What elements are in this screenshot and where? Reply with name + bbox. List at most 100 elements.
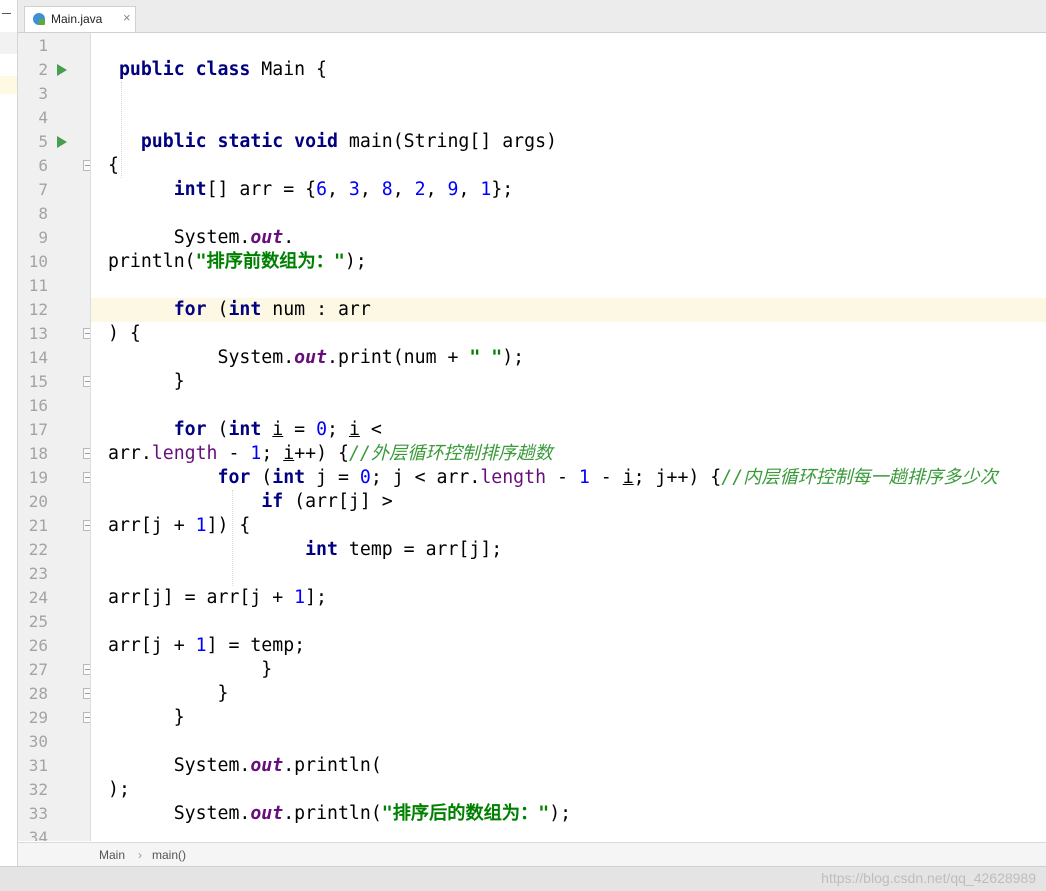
fold-end-icon[interactable] xyxy=(83,712,90,723)
code-line[interactable] xyxy=(91,82,1046,106)
code-token: } xyxy=(108,707,185,728)
line-number: 22 xyxy=(28,540,48,559)
code-line[interactable] xyxy=(91,394,1046,418)
code-line[interactable]: arr[j + 1]) { xyxy=(91,514,1046,538)
code-line[interactable]: arr[j + 1] = temp; xyxy=(91,634,1046,658)
line-number: 11 xyxy=(28,276,48,295)
code-line[interactable]: } xyxy=(91,706,1046,730)
code-token: } xyxy=(108,683,229,704)
run-gutter-icon[interactable] xyxy=(57,64,67,76)
code-token: out xyxy=(250,227,284,248)
code-line[interactable] xyxy=(91,730,1046,754)
code-token: ); xyxy=(549,803,572,824)
code-token: arr. xyxy=(108,443,152,464)
code-line[interactable]: println("排序前数组为："); xyxy=(91,250,1046,274)
fold-collapse-icon[interactable] xyxy=(83,448,90,459)
code-line[interactable]: public static void main(String[] args) xyxy=(91,130,1046,154)
code-token: System. xyxy=(108,803,251,824)
code-token: [] arr = { xyxy=(206,179,317,200)
code-line[interactable]: int temp = arr[j]; xyxy=(91,538,1046,562)
code-editor[interactable]: public class Main { public static void m… xyxy=(91,33,1046,841)
line-number: 34 xyxy=(28,828,48,841)
code-token: , xyxy=(359,179,382,200)
code-token: int xyxy=(173,179,207,200)
code-line[interactable] xyxy=(91,274,1046,298)
code-line[interactable]: } xyxy=(91,658,1046,682)
code-token: (arr[j] > xyxy=(283,491,393,512)
fold-collapse-icon[interactable] xyxy=(83,328,90,339)
code-token: ( xyxy=(206,419,229,440)
code-line[interactable] xyxy=(91,610,1046,634)
code-line[interactable]: } xyxy=(91,682,1046,706)
fold-collapse-icon[interactable] xyxy=(83,160,90,171)
code-token: ( xyxy=(250,467,273,488)
fold-end-icon[interactable] xyxy=(83,376,90,387)
code-token: out xyxy=(294,347,328,368)
line-number: 10 xyxy=(28,252,48,271)
fold-end-icon[interactable] xyxy=(83,664,90,675)
code-line[interactable]: ) { xyxy=(91,322,1046,346)
project-panel-edge xyxy=(0,0,18,866)
code-line[interactable] xyxy=(91,106,1046,130)
code-token: temp = arr[j]; xyxy=(337,539,503,560)
line-number: 9 xyxy=(38,228,48,247)
code-token: { xyxy=(108,155,119,176)
fold-collapse-icon[interactable] xyxy=(83,520,90,531)
code-line[interactable]: System.out.println("排序后的数组为："); xyxy=(91,802,1046,826)
code-line[interactable]: arr.length - 1; i++) {//外层循环控制排序趟数 xyxy=(91,442,1046,466)
code-line[interactable]: } xyxy=(91,370,1046,394)
code-token: ] = temp; xyxy=(206,635,306,656)
code-token: Main { xyxy=(250,59,328,80)
code-line[interactable]: int[] arr = {6, 3, 8, 2, 9, 1}; xyxy=(91,178,1046,202)
code-line[interactable]: { xyxy=(91,154,1046,178)
code-token: ); xyxy=(344,251,367,272)
status-bar: https://blog.csdn.net/qq_42628989 xyxy=(0,866,1046,891)
code-token: for xyxy=(173,299,207,320)
editor-gutter[interactable]: 1 2 3 4 5 6 7 8 9 10 11 12 13 14 15 16 17 18 19 20 21 22 23 24 2… xyxy=(18,33,91,841)
code-token: i xyxy=(272,419,284,440)
code-line[interactable]: public class Main { xyxy=(91,58,1046,82)
code-line[interactable] xyxy=(91,34,1046,58)
line-number: 2 xyxy=(38,60,48,79)
code-line[interactable]: for (int j = 0; j < arr.length - 1 - i; … xyxy=(91,466,1046,490)
line-number: 4 xyxy=(38,108,48,127)
code-token: , xyxy=(392,179,415,200)
breadcrumb-class[interactable]: Main xyxy=(99,848,125,862)
code-token: 1 xyxy=(480,179,492,200)
code-line[interactable]: ); xyxy=(91,778,1046,802)
line-number: 14 xyxy=(28,348,48,367)
code-line[interactable]: System.out.print(num + " "); xyxy=(91,346,1046,370)
code-token: out xyxy=(250,755,284,776)
code-line[interactable] xyxy=(91,202,1046,226)
code-token: System. xyxy=(108,227,251,248)
tab-main-java[interactable]: Main.java × xyxy=(24,6,136,32)
code-token: int xyxy=(228,419,262,440)
code-line[interactable]: System.out.println( xyxy=(91,754,1046,778)
tab-label: Main.java xyxy=(51,12,103,26)
code-line[interactable]: for (int i = 0; i < xyxy=(91,418,1046,442)
code-line[interactable]: arr[j] = arr[j + 1]; xyxy=(91,586,1046,610)
line-number: 31 xyxy=(28,756,48,775)
run-gutter-icon[interactable] xyxy=(57,136,67,148)
fold-collapse-icon[interactable] xyxy=(83,472,90,483)
code-line[interactable] xyxy=(91,562,1046,586)
code-token: static xyxy=(217,131,284,152)
breadcrumb-method[interactable]: main() xyxy=(152,848,186,862)
code-token: "排序前数组为：" xyxy=(195,251,345,272)
code-token: 9 xyxy=(447,179,459,200)
code-token: void xyxy=(294,131,338,152)
indent-guide xyxy=(121,82,123,178)
code-token: ; xyxy=(261,443,284,464)
fold-end-icon[interactable] xyxy=(83,688,90,699)
code-token: i xyxy=(348,419,360,440)
code-line[interactable]: System.out. xyxy=(91,226,1046,250)
code-line[interactable]: if (arr[j] > xyxy=(91,490,1046,514)
code-line[interactable] xyxy=(91,826,1046,841)
minimize-icon[interactable] xyxy=(2,13,11,14)
close-tab-icon[interactable]: × xyxy=(123,10,131,25)
code-token: arr[j] = arr[j + xyxy=(108,587,295,608)
java-class-icon xyxy=(33,13,45,25)
code-token: i xyxy=(622,467,634,488)
code-line[interactable]: for (int num : arr xyxy=(91,298,1046,322)
